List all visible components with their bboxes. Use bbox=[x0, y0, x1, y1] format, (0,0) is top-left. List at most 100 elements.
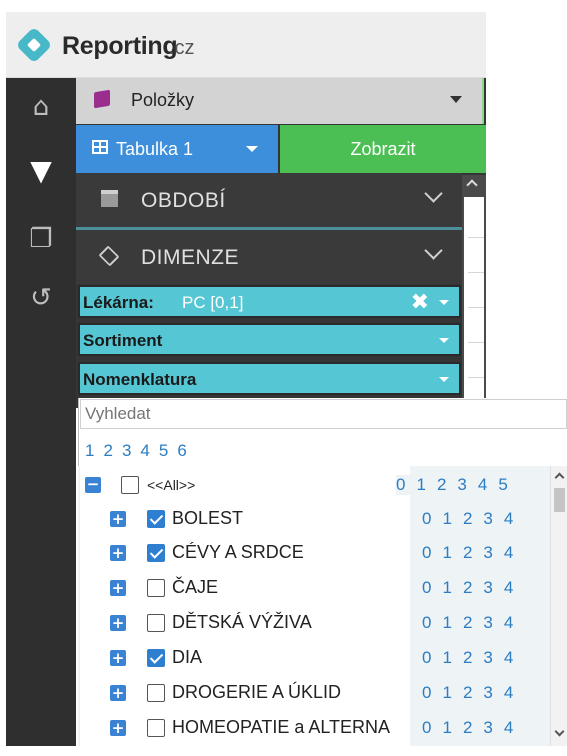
page-link[interactable]: 3 bbox=[122, 441, 132, 460]
level-link[interactable]: 3 bbox=[483, 509, 493, 528]
page: Reporting .cz ⌂ ▼ ❐ ↺ Položky Tabulka 1 … bbox=[0, 0, 567, 756]
level-link[interactable]: 4 bbox=[504, 613, 514, 632]
level-link[interactable]: 0 bbox=[422, 718, 432, 737]
panel-scrollbar[interactable] bbox=[462, 175, 486, 405]
expand-icon[interactable]: + bbox=[110, 511, 126, 527]
filter-pharmacy[interactable]: Lékárna: PC [0,1] ✖ bbox=[78, 285, 461, 318]
expand-icon[interactable]: + bbox=[110, 720, 126, 736]
items-selector-label: Položky bbox=[131, 90, 195, 110]
copy-icon[interactable]: ❐ bbox=[6, 224, 76, 254]
level-link[interactable]: 1 bbox=[442, 683, 452, 702]
level-link[interactable]: 0 bbox=[396, 475, 406, 494]
level-link[interactable]: 1 bbox=[442, 543, 452, 562]
scroll-up-icon[interactable] bbox=[554, 472, 565, 483]
item-checkbox[interactable] bbox=[147, 510, 165, 528]
search-input[interactable] bbox=[80, 399, 567, 429]
level-link[interactable]: 0 bbox=[422, 648, 432, 667]
tree-row: + BOLEST 01234 bbox=[80, 502, 550, 536]
level-links: 01234 bbox=[422, 718, 525, 738]
scrollbar-thumb[interactable] bbox=[554, 488, 565, 512]
chevron-down-icon bbox=[424, 241, 443, 260]
checkbox-all[interactable] bbox=[121, 476, 139, 494]
expand-icon[interactable]: + bbox=[110, 615, 126, 631]
tree-item-label: HOMEOPATIE a ALTERNA bbox=[172, 717, 391, 737]
item-checkbox[interactable] bbox=[147, 719, 165, 737]
level-link[interactable]: 2 bbox=[463, 578, 473, 597]
level-link[interactable]: 2 bbox=[463, 683, 473, 702]
level-link[interactable]: 3 bbox=[457, 475, 467, 494]
filter-nomenclature[interactable]: Nomenklatura bbox=[78, 362, 461, 395]
items-selector[interactable]: Položky bbox=[76, 78, 484, 124]
chevron-down-icon[interactable] bbox=[439, 300, 449, 305]
level-link[interactable]: 2 bbox=[463, 648, 473, 667]
scroll-down-icon[interactable] bbox=[554, 726, 565, 737]
scroll-up-icon[interactable] bbox=[466, 179, 478, 191]
level-link[interactable]: 1 bbox=[442, 718, 452, 737]
filter-icon[interactable]: ▼ bbox=[6, 156, 76, 186]
table-selector-button[interactable]: Tabulka 1 bbox=[76, 125, 278, 173]
expand-icon[interactable]: + bbox=[110, 545, 126, 561]
chevron-down-icon[interactable] bbox=[439, 377, 449, 382]
level-link[interactable]: 4 bbox=[478, 475, 488, 494]
level-link[interactable]: 2 bbox=[463, 613, 473, 632]
page-link[interactable]: 4 bbox=[140, 441, 150, 460]
level-link[interactable]: 3 bbox=[483, 543, 493, 562]
level-link[interactable]: 3 bbox=[483, 683, 493, 702]
level-link[interactable]: 4 bbox=[504, 648, 514, 667]
page-link[interactable]: 2 bbox=[103, 441, 113, 460]
page-link[interactable]: 1 bbox=[85, 441, 95, 460]
level-link[interactable]: 4 bbox=[504, 718, 514, 737]
table-icon bbox=[92, 140, 108, 154]
filter-assortment[interactable]: Sortiment bbox=[78, 323, 461, 356]
level-link[interactable]: 3 bbox=[483, 718, 493, 737]
clear-icon[interactable]: ✖ bbox=[411, 290, 429, 315]
level-link[interactable]: 0 bbox=[422, 578, 432, 597]
item-checkbox[interactable] bbox=[147, 544, 165, 562]
page-link[interactable]: 6 bbox=[177, 441, 187, 460]
chevron-down-icon bbox=[246, 146, 258, 152]
level-link[interactable]: 2 bbox=[437, 475, 447, 494]
level-link[interactable]: 0 bbox=[422, 613, 432, 632]
level-link[interactable]: 3 bbox=[483, 578, 493, 597]
filter-assortment-label: Sortiment bbox=[83, 331, 163, 350]
level-link[interactable]: 1 bbox=[442, 509, 452, 528]
level-link[interactable]: 4 bbox=[504, 683, 514, 702]
cube-outline-icon bbox=[98, 245, 120, 267]
show-button[interactable]: Zobrazit bbox=[280, 125, 486, 173]
expand-icon[interactable]: + bbox=[110, 650, 126, 666]
level-link[interactable]: 3 bbox=[483, 613, 493, 632]
tree-scrollbar[interactable] bbox=[550, 466, 567, 746]
filter-nomenclature-label: Nomenklatura bbox=[83, 370, 197, 389]
level-link[interactable]: 1 bbox=[442, 613, 452, 632]
expand-icon[interactable]: + bbox=[110, 580, 126, 596]
section-period[interactable]: OBDOBÍ bbox=[76, 173, 462, 227]
level-link[interactable]: 4 bbox=[504, 578, 514, 597]
page-link[interactable]: 5 bbox=[159, 441, 169, 460]
level-link[interactable]: 0 bbox=[422, 683, 432, 702]
history-icon[interactable]: ↺ bbox=[6, 283, 76, 313]
collapse-icon[interactable]: − bbox=[85, 477, 101, 493]
item-checkbox[interactable] bbox=[147, 614, 165, 632]
level-link[interactable]: 1 bbox=[416, 475, 426, 494]
level-link[interactable]: 2 bbox=[463, 718, 473, 737]
section-period-label: OBDOBÍ bbox=[141, 189, 226, 212]
section-dimensions[interactable]: DIMENZE bbox=[76, 230, 462, 284]
home-icon[interactable]: ⌂ bbox=[6, 92, 76, 122]
level-link[interactable]: 1 bbox=[442, 578, 452, 597]
expand-icon[interactable]: + bbox=[110, 685, 126, 701]
level-link[interactable]: 0 bbox=[422, 509, 432, 528]
level-link[interactable]: 1 bbox=[442, 648, 452, 667]
level-link[interactable]: 0 bbox=[422, 543, 432, 562]
level-link[interactable]: 3 bbox=[483, 648, 493, 667]
tree-row: + DIA 01234 bbox=[80, 641, 550, 675]
item-checkbox[interactable] bbox=[147, 649, 165, 667]
level-link[interactable]: 4 bbox=[504, 509, 514, 528]
level-link[interactable]: 5 bbox=[498, 475, 508, 494]
chevron-down-icon[interactable] bbox=[439, 338, 449, 343]
app-header: Reporting .cz bbox=[6, 12, 486, 78]
level-link[interactable]: 4 bbox=[504, 543, 514, 562]
item-checkbox[interactable] bbox=[147, 684, 165, 702]
level-link[interactable]: 2 bbox=[463, 509, 473, 528]
level-link[interactable]: 2 bbox=[463, 543, 473, 562]
item-checkbox[interactable] bbox=[147, 579, 165, 597]
